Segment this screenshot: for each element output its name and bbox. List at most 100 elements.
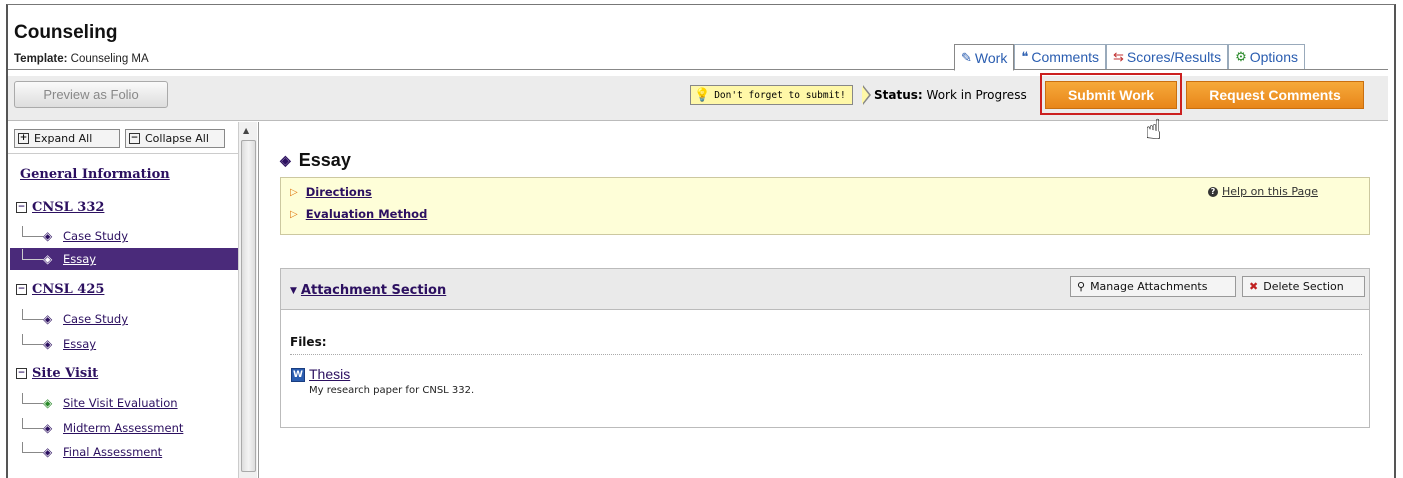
attachment-section-title[interactable]: ▼ Attachment Section [290, 283, 446, 298]
options-icon: ⚙ [1235, 49, 1247, 64]
diamond-alert-icon: ◈ [43, 396, 53, 410]
diamond-icon: ◈ [43, 252, 53, 266]
delete-section-label: Delete Section [1263, 280, 1344, 293]
diamond-icon: ◈ [43, 421, 53, 435]
sidebar-item-label: Final Assessment [63, 445, 163, 459]
delete-section-button[interactable]: ✖ Delete Section [1242, 276, 1365, 297]
template-line: Template: Counseling MA [14, 53, 149, 65]
main-title: ◈ Essay [280, 150, 351, 171]
sidebar-scrollbar[interactable]: ▲ [238, 122, 257, 478]
sidebar-section-cnsl-425[interactable]: − CNSL 425 [16, 282, 104, 297]
tab-bar: ✎ Work ❝ Comments ⇆ Scores/Results ⚙ Opt… [954, 44, 1305, 71]
section-title: Site Visit [32, 366, 99, 381]
sidebar-item-case-study[interactable]: ◈ Case Study [10, 225, 236, 247]
template-value: Counseling MA [70, 53, 149, 65]
file-description: My research paper for CNSL 332. [309, 385, 475, 396]
tab-divider [1030, 69, 1388, 70]
tree-connector [22, 225, 43, 237]
file-link-thesis[interactable]: Thesis [309, 366, 350, 382]
tab-work[interactable]: ✎ Work [954, 44, 1015, 71]
tab-options-label: Options [1249, 49, 1298, 65]
evaluation-method-link[interactable]: ▷ Evaluation Method [290, 207, 427, 221]
minus-box-icon[interactable]: − [16, 202, 27, 213]
sidebar-item-case-study[interactable]: ◈ Case Study [10, 308, 236, 330]
triangle-right-icon: ▷ [290, 208, 298, 220]
tab-comments[interactable]: ❝ Comments [1014, 44, 1107, 69]
word-document-icon: W [291, 368, 305, 382]
manage-attachments-button[interactable]: ⚲ Manage Attachments [1070, 276, 1236, 297]
main-title-text: Essay [298, 150, 351, 170]
tab-options[interactable]: ⚙ Options [1228, 44, 1305, 69]
sidebar-item-label: Site Visit Evaluation [63, 396, 178, 410]
section-title: CNSL 332 [32, 200, 105, 215]
diamond-icon: ◈ [280, 152, 291, 168]
directions-label: Directions [305, 185, 372, 199]
evaluation-method-label: Evaluation Method [305, 207, 428, 221]
sidebar-item-label: Essay [63, 252, 97, 266]
tab-scores-results[interactable]: ⇆ Scores/Results [1106, 44, 1229, 69]
triangle-down-icon: ▼ [290, 285, 297, 296]
expand-all-button[interactable]: + Expand All [14, 129, 120, 148]
sidebar-item-label: Case Study [63, 312, 129, 326]
sidebar-item-essay-active[interactable]: ◈ Essay [10, 248, 238, 270]
tab-scores-label: Scores/Results [1126, 49, 1222, 65]
tip-text: Don't forget to submit! [714, 89, 846, 101]
minus-box-icon[interactable]: − [16, 368, 27, 379]
files-label: Files: [290, 335, 327, 349]
scroll-up-arrow-icon[interactable]: ▲ [243, 126, 249, 135]
template-label: Template: [14, 53, 68, 65]
sidebar-section-cnsl-332[interactable]: − CNSL 332 [16, 200, 104, 215]
directions-link[interactable]: ▷ Directions [290, 185, 372, 199]
collapse-all-label: Collapse All [145, 132, 209, 145]
tree-connector [22, 392, 43, 404]
request-comments-button[interactable]: Request Comments [1186, 81, 1364, 109]
page-title: Counseling [14, 22, 118, 43]
sidebar-divider [8, 153, 238, 154]
sidebar-item-final-assessment[interactable]: ◈ Final Assessment [10, 441, 236, 463]
header-divider [8, 69, 1030, 70]
paperclip-icon: ⚲ [1077, 280, 1086, 293]
sidebar-item-midterm-assessment[interactable]: ◈ Midterm Assessment [10, 417, 236, 439]
plus-box-icon: + [18, 133, 29, 144]
sidebar-item-site-visit-evaluation[interactable]: ◈ Site Visit Evaluation [10, 392, 236, 414]
directions-panel [280, 177, 1370, 235]
minus-box-icon[interactable]: − [16, 284, 27, 295]
sidebar-general-information[interactable]: General Information [20, 167, 170, 182]
files-divider [290, 354, 1362, 355]
status-value: Work in Progress [926, 88, 1027, 102]
help-icon: ? [1208, 186, 1218, 197]
scrollbar-thumb[interactable] [241, 140, 256, 472]
tab-work-label: Work [974, 49, 1008, 66]
attachment-section-label: Attachment Section [300, 283, 447, 298]
preview-as-folio-button[interactable]: Preview as Folio [14, 81, 168, 108]
tab-comments-label: Comments [1031, 49, 1100, 65]
diamond-icon: ◈ [43, 337, 53, 351]
sidebar-item-label: Midterm Assessment [63, 421, 184, 435]
tree-connector [22, 441, 43, 453]
expand-all-label: Expand All [34, 132, 93, 145]
help-label: Help on this Page [1222, 185, 1318, 198]
tree-connector [22, 308, 43, 320]
hand-cursor-icon: ☝ [1145, 113, 1163, 146]
tree-connector [22, 417, 43, 429]
diamond-icon: ◈ [43, 229, 53, 243]
pencil-icon: ✎ [961, 49, 972, 65]
sidebar-item-essay[interactable]: ◈ Essay [10, 333, 236, 355]
submit-reminder-tip: 💡 Don't forget to submit! [690, 85, 853, 105]
lightbulb-icon: 💡 [694, 87, 711, 103]
delete-x-icon: ✖ [1249, 280, 1259, 293]
diamond-icon: ◈ [43, 312, 53, 326]
help-on-this-page-link[interactable]: ? Help on this Page [1208, 185, 1318, 198]
status-indicator: Status: Work in Progress [874, 88, 1027, 102]
sidebar-section-site-visit[interactable]: − Site Visit [16, 366, 98, 381]
triangle-right-icon: ▷ [290, 186, 298, 198]
tree-connector [22, 333, 43, 345]
collapse-all-button[interactable]: − Collapse All [125, 129, 225, 148]
status-label: Status: [874, 88, 923, 102]
tip-arrow-fill [862, 86, 869, 104]
minus-box-icon: − [129, 133, 140, 144]
manage-attachments-label: Manage Attachments [1090, 280, 1208, 293]
sidebar-item-label: Case Study [63, 229, 129, 243]
quote-icon: ❝ [1021, 49, 1029, 64]
scores-icon: ⇆ [1113, 49, 1124, 64]
